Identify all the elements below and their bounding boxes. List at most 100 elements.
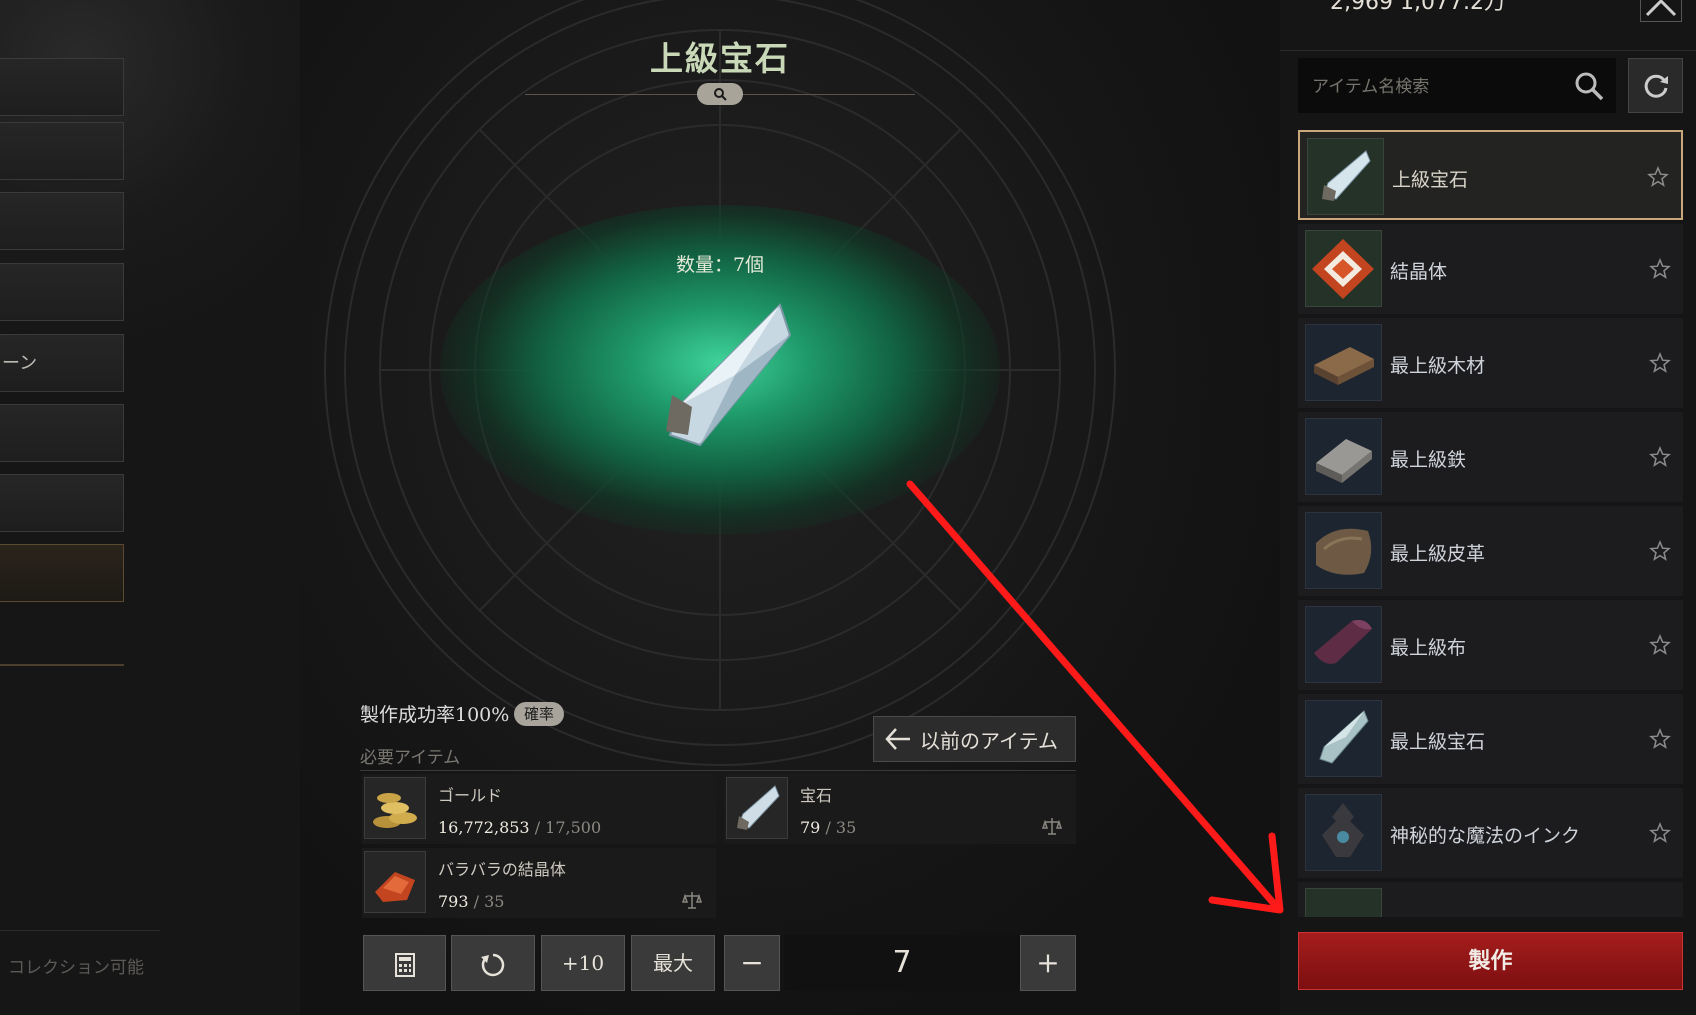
ink-icon — [1305, 794, 1382, 871]
list-item-label: 結晶体 — [1390, 261, 1448, 283]
max-button[interactable]: 最大 — [631, 935, 715, 991]
refresh-icon — [1644, 74, 1668, 98]
material-owned: 79 — [800, 818, 821, 837]
favorite-star-icon[interactable] — [1649, 258, 1671, 280]
quantity-label: 数量：7個 — [675, 254, 765, 276]
favorite-star-icon[interactable] — [1649, 352, 1671, 374]
cloth-icon — [1305, 606, 1382, 683]
left-menu-item[interactable] — [0, 404, 124, 462]
left-menu-item[interactable]: ーン — [0, 334, 124, 392]
gold-coins-icon — [364, 777, 426, 839]
refresh-button[interactable] — [1628, 58, 1683, 113]
list-item[interactable] — [1298, 882, 1683, 917]
list-item[interactable]: 最上級皮革 — [1298, 506, 1683, 596]
material-required: / 17,500 — [534, 818, 602, 837]
material-name: バラバラの結晶体 — [438, 860, 566, 879]
list-item[interactable]: 最上級布 — [1298, 600, 1683, 690]
material-required: / 35 — [825, 818, 857, 837]
required-divider — [360, 770, 1076, 771]
left-menu-item-label: ーン — [2, 353, 38, 374]
left-menu-item[interactable] — [0, 263, 124, 321]
partial-item-icon — [1305, 888, 1382, 917]
crystal-icon — [1305, 230, 1382, 307]
reset-button[interactable] — [451, 935, 535, 991]
list-item[interactable]: 神秘的な魔法のインク — [1298, 788, 1683, 878]
iron-icon — [1305, 418, 1382, 495]
left-menu-item[interactable] — [0, 58, 124, 116]
collection-label: コレクション可能 — [8, 958, 144, 977]
magnifier-icon — [714, 88, 727, 101]
favorite-star-icon[interactable] — [1649, 728, 1671, 750]
craftable-item-list: 上級宝石 結晶体 最上級木材 最上級鉄 最上級皮革 最上級布 最上級宝石 神秘的… — [1298, 130, 1683, 917]
crystal-shards-icon — [364, 851, 426, 913]
material-count: 16,772,853 / 17,500 — [438, 818, 601, 837]
gem-icon — [726, 777, 788, 839]
gem-icon — [1305, 700, 1382, 777]
decrement-button[interactable]: − — [724, 935, 780, 991]
left-menu-item[interactable] — [0, 122, 124, 180]
left-menu-panel: ーン コレクション可能 — [0, 0, 330, 1015]
list-item[interactable]: 上級宝石 — [1298, 130, 1683, 220]
wood-icon — [1305, 324, 1382, 401]
quantity-input[interactable]: 7 — [784, 935, 1020, 991]
calculator-icon — [394, 952, 415, 977]
list-item[interactable]: 最上級宝石 — [1298, 694, 1683, 784]
left-menu-item[interactable] — [0, 544, 124, 602]
crystal-item-image — [666, 303, 792, 447]
list-item-label: 最上級宝石 — [1390, 731, 1486, 753]
success-rate: 製作成功率100% — [360, 704, 510, 726]
material-count: 793 / 35 — [438, 892, 504, 911]
material-name: 宝石 — [800, 786, 833, 805]
list-item[interactable]: 最上級木材 — [1298, 318, 1683, 408]
favorite-star-icon[interactable] — [1649, 634, 1671, 656]
material-gold[interactable]: ゴールド 16,772,853 / 17,500 — [362, 774, 716, 844]
material-gem[interactable]: 宝石 79 / 35 — [724, 774, 1076, 844]
material-owned: 16,772,853 — [438, 818, 530, 837]
material-crystal-shards[interactable]: バラバラの結晶体 793 / 35 — [362, 848, 716, 918]
list-item-label: 最上級木材 — [1390, 355, 1486, 377]
required-items-label: 必要アイテム — [360, 748, 461, 768]
back-arrow-icon — [885, 728, 910, 750]
list-item-label: 最上級鉄 — [1390, 449, 1467, 471]
plus10-button[interactable]: +10 — [541, 935, 625, 991]
favorite-star-icon[interactable] — [1649, 540, 1671, 562]
probability-badge[interactable]: 確率 — [514, 702, 564, 726]
gem-icon — [1307, 138, 1384, 215]
currency-display: 2,969 1,077.2万 — [1330, 0, 1506, 15]
list-item-label: 最上級布 — [1390, 637, 1467, 659]
list-item-label: 上級宝石 — [1392, 169, 1469, 191]
collapse-button[interactable] — [1640, 0, 1682, 22]
leather-icon — [1305, 512, 1382, 589]
search-box — [1298, 58, 1616, 115]
scale-icon[interactable] — [1042, 816, 1062, 836]
material-owned: 793 — [438, 892, 469, 911]
item-title: 上級宝石 — [650, 39, 790, 78]
left-separator — [0, 930, 160, 931]
left-menu-item[interactable] — [0, 474, 124, 532]
list-item[interactable]: 最上級鉄 — [1298, 412, 1683, 502]
previous-item-button[interactable]: 以前のアイテム — [873, 716, 1076, 762]
material-required: / 35 — [473, 892, 505, 911]
increment-button[interactable]: + — [1020, 935, 1076, 991]
reset-icon — [481, 953, 505, 976]
list-item[interactable]: 結晶体 — [1298, 224, 1683, 314]
craft-button[interactable]: 製作 — [1298, 932, 1683, 990]
favorite-star-icon[interactable] — [1649, 446, 1671, 468]
header-divider — [1280, 50, 1696, 51]
search-input[interactable] — [1298, 58, 1574, 115]
list-item-label: 最上級皮革 — [1390, 543, 1486, 565]
scale-icon[interactable] — [682, 890, 702, 910]
search-icon[interactable] — [1574, 71, 1604, 101]
chevron-up-icon — [1645, 0, 1677, 17]
left-divider — [0, 664, 124, 666]
zoom-button[interactable] — [697, 83, 743, 105]
favorite-star-icon[interactable] — [1647, 166, 1669, 188]
material-name: ゴールド — [438, 786, 503, 805]
previous-item-label: 以前のアイテム — [920, 728, 1058, 753]
list-item-label: 神秘的な魔法のインク — [1390, 825, 1581, 847]
left-menu-item[interactable] — [0, 192, 124, 250]
material-count: 79 / 35 — [800, 818, 856, 837]
item-list-panel: 2,969 1,077.2万 上級宝石 結晶 — [1280, 0, 1696, 1015]
calculator-button[interactable] — [363, 935, 446, 991]
favorite-star-icon[interactable] — [1649, 822, 1671, 844]
